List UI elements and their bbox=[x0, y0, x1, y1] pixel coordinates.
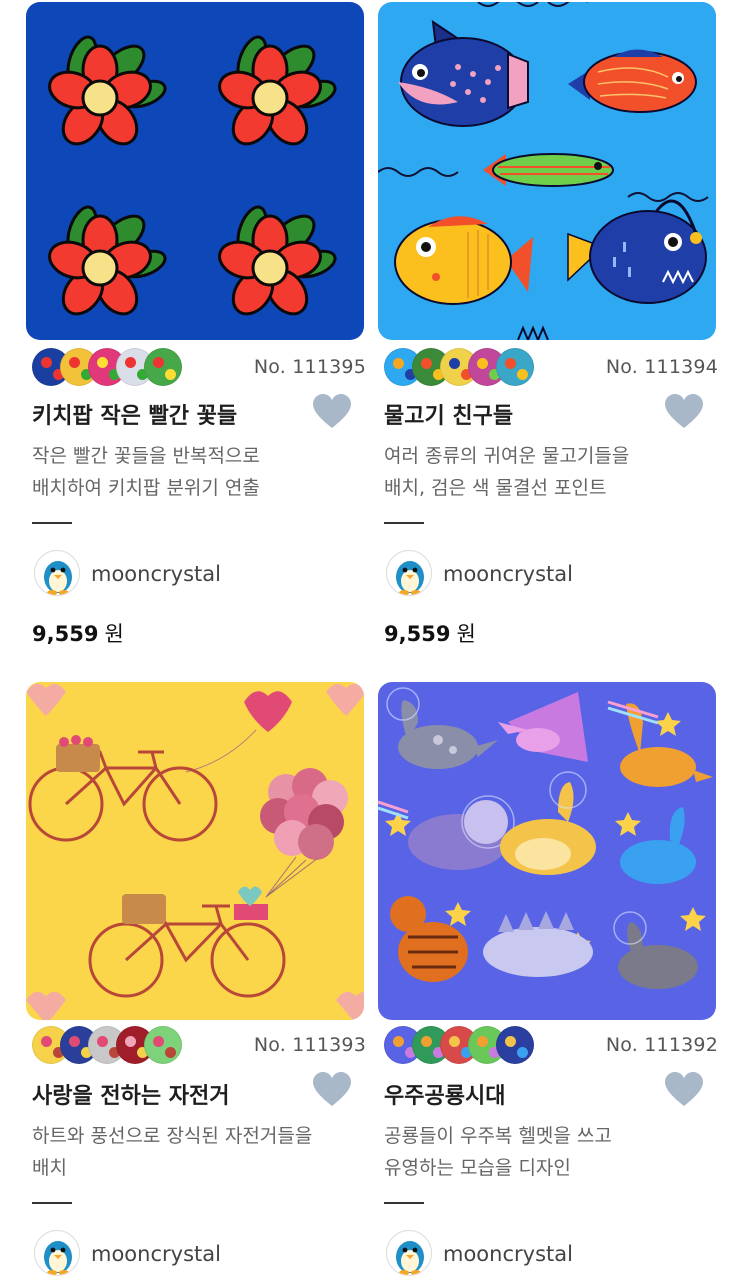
penguin-avatar-icon bbox=[44, 1241, 72, 1275]
product-title[interactable]: 물고기 친구들 bbox=[384, 398, 513, 430]
author-name[interactable]: mooncrystal bbox=[443, 1242, 573, 1266]
product-number: No. 111392 bbox=[605, 1034, 718, 1056]
heart-icon[interactable] bbox=[312, 1072, 352, 1108]
penguin-avatar-icon bbox=[396, 561, 424, 595]
divider bbox=[32, 522, 72, 524]
product-card[interactable]: No. 111392 우주공룡시대 공룡들이 우주복 헬멧을 쓰고 유영하는 모… bbox=[378, 682, 718, 1286]
heart-icon[interactable] bbox=[312, 394, 352, 430]
color-variant-swatches[interactable] bbox=[32, 1026, 202, 1066]
product-image-red-flowers[interactable] bbox=[26, 2, 364, 340]
author-name[interactable]: mooncrystal bbox=[443, 562, 573, 586]
color-swatch[interactable] bbox=[496, 348, 534, 386]
color-variant-swatches[interactable] bbox=[384, 1026, 554, 1066]
penguin-avatar-icon bbox=[396, 1241, 424, 1275]
product-description: 하트와 풍선으로 장식된 자전거들을 배치 bbox=[32, 1125, 313, 1179]
product-image-bicycle-balloons[interactable] bbox=[26, 682, 364, 1020]
color-variant-swatches[interactable] bbox=[384, 348, 554, 388]
product-title[interactable]: 키치팝 작은 빨간 꽃들 bbox=[32, 398, 237, 430]
divider bbox=[32, 1202, 72, 1204]
author-avatar[interactable] bbox=[34, 550, 80, 596]
heart-icon[interactable] bbox=[664, 1072, 704, 1108]
divider bbox=[384, 1202, 424, 1204]
product-card[interactable]: No. 111394 물고기 친구들 여러 종류의 귀여운 물고기들을 배치, … bbox=[378, 2, 718, 662]
product-number: No. 111395 bbox=[253, 356, 366, 378]
author-avatar[interactable] bbox=[386, 1230, 432, 1276]
product-description: 여러 종류의 귀여운 물고기들을 배치, 검은 색 물결선 포인트 bbox=[384, 445, 630, 499]
penguin-avatar-icon bbox=[44, 561, 72, 595]
color-variant-swatches[interactable] bbox=[32, 348, 202, 388]
product-number: No. 111394 bbox=[605, 356, 718, 378]
color-swatch[interactable] bbox=[144, 348, 182, 386]
product-number: No. 111393 bbox=[253, 1034, 366, 1056]
product-title[interactable]: 사랑을 전하는 자전거 bbox=[32, 1078, 229, 1110]
author-avatar[interactable] bbox=[34, 1230, 80, 1276]
color-swatch[interactable] bbox=[496, 1026, 534, 1064]
product-image-space-dinosaurs[interactable] bbox=[378, 682, 716, 1020]
author-name[interactable]: mooncrystal bbox=[91, 562, 221, 586]
product-price: 9,559 원 bbox=[32, 622, 124, 646]
product-title[interactable]: 우주공룡시대 bbox=[384, 1078, 505, 1110]
color-swatch[interactable] bbox=[144, 1026, 182, 1064]
divider bbox=[384, 522, 424, 524]
product-description: 작은 빨간 꽃들을 반복적으로 배치하여 키치팝 분위기 연출 bbox=[32, 445, 260, 499]
product-card[interactable]: No. 111393 사랑을 전하는 자전거 하트와 풍선으로 장식된 자전거들… bbox=[26, 682, 366, 1286]
product-image-fish[interactable] bbox=[378, 2, 716, 340]
author-avatar[interactable] bbox=[386, 550, 432, 596]
product-card[interactable]: No. 111395 키치팝 작은 빨간 꽃들 작은 빨간 꽃들을 반복적으로 … bbox=[26, 2, 366, 662]
product-price: 9,559 원 bbox=[384, 622, 476, 646]
heart-icon[interactable] bbox=[664, 394, 704, 430]
author-name[interactable]: mooncrystal bbox=[91, 1242, 221, 1266]
product-description: 공룡들이 우주복 헬멧을 쓰고 유영하는 모습을 디자인 bbox=[384, 1125, 612, 1179]
